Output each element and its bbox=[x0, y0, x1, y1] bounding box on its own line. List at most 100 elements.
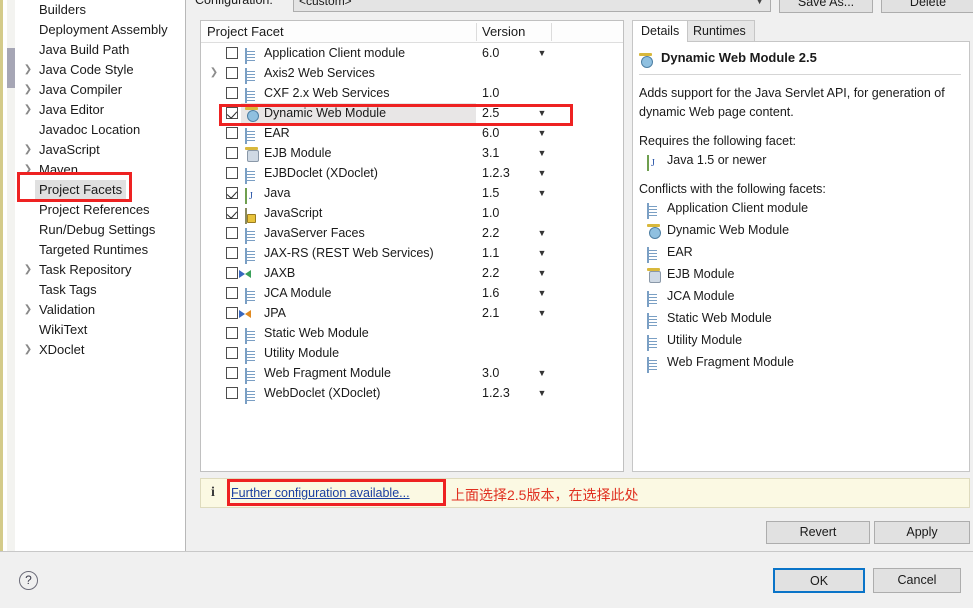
sidebar-item-project-references[interactable]: Project References bbox=[3, 200, 185, 220]
chevron-right-icon[interactable]: ❯ bbox=[23, 60, 33, 80]
table-row[interactable]: JAXB 2.2 ▼ bbox=[201, 263, 623, 283]
chevron-right-icon[interactable]: ❯ bbox=[208, 63, 220, 83]
table-row[interactable]: JavaScript 1.0 bbox=[201, 203, 623, 224]
ok-button[interactable]: OK bbox=[773, 568, 865, 593]
facet-checkbox[interactable] bbox=[226, 307, 238, 319]
sidebar-item-label: Java Compiler bbox=[39, 82, 123, 97]
save-as-button[interactable]: Save As... bbox=[779, 0, 873, 13]
version-dropdown-icon[interactable]: ▼ bbox=[535, 303, 549, 323]
table-row[interactable]: EJBDoclet (XDoclet) 1.2.3 ▼ bbox=[201, 163, 623, 184]
project-facet-table[interactable]: Project Facet Version Application Client… bbox=[200, 20, 624, 472]
table-row[interactable]: Utility Module bbox=[201, 343, 623, 364]
facet-checkbox[interactable] bbox=[226, 147, 238, 159]
version-dropdown-icon[interactable]: ▼ bbox=[535, 43, 549, 63]
further-configuration-link[interactable]: Further configuration available... bbox=[231, 486, 410, 500]
facet-checkbox[interactable] bbox=[226, 227, 238, 239]
sidebar-item-java-build-path[interactable]: Java Build Path bbox=[3, 40, 185, 60]
facet-checkbox[interactable] bbox=[226, 127, 238, 139]
preferences-nav-tree[interactable]: Builders Deployment Assembly Java Build Pa… bbox=[0, 0, 186, 551]
table-row[interactable]: JPA 2.1 ▼ bbox=[201, 303, 623, 323]
version-dropdown-icon[interactable]: ▼ bbox=[535, 283, 549, 303]
sidebar-item-wikitext[interactable]: WikiText bbox=[3, 320, 185, 340]
tab-runtimes[interactable]: Runtimes bbox=[684, 20, 755, 42]
version-dropdown-icon[interactable]: ▼ bbox=[535, 103, 549, 123]
table-row[interactable]: EAR 6.0 ▼ bbox=[201, 123, 623, 144]
facet-checkbox[interactable] bbox=[226, 67, 238, 79]
sidebar-item-project-facets[interactable]: Project Facets bbox=[3, 180, 185, 200]
sidebar-item-maven[interactable]: ❯ Maven bbox=[3, 160, 185, 180]
facet-checkbox[interactable] bbox=[226, 327, 238, 339]
facet-checkbox[interactable] bbox=[226, 287, 238, 299]
configuration-select[interactable]: <custom> ▼ bbox=[293, 0, 771, 12]
version-dropdown-icon[interactable]: ▼ bbox=[535, 143, 549, 163]
details-title: Dynamic Web Module 2.5 bbox=[639, 50, 969, 70]
apply-button[interactable]: Apply bbox=[874, 521, 970, 544]
chevron-right-icon[interactable]: ❯ bbox=[23, 160, 33, 180]
sidebar-item-run-debug-settings[interactable]: Run/Debug Settings bbox=[3, 220, 185, 240]
tab-details[interactable]: Details bbox=[632, 20, 689, 42]
version-dropdown-icon[interactable]: ▼ bbox=[535, 223, 549, 243]
table-row[interactable]: ❯ Axis2 Web Services bbox=[201, 63, 623, 84]
sidebar-item-xdoclet[interactable]: ❯ XDoclet bbox=[3, 340, 185, 360]
chevron-right-icon[interactable]: ❯ bbox=[23, 260, 33, 280]
facet-checkbox[interactable] bbox=[226, 367, 238, 379]
table-row[interactable]: Web Fragment Module 3.0 ▼ bbox=[201, 363, 623, 384]
version-dropdown-icon[interactable]: ▼ bbox=[535, 263, 549, 283]
chevron-right-icon[interactable]: ❯ bbox=[23, 300, 33, 320]
facet-name: Dynamic Web Module bbox=[264, 106, 387, 120]
table-row[interactable]: JCA Module 1.6 ▼ bbox=[201, 283, 623, 304]
table-row[interactable]: WebDoclet (XDoclet) 1.2.3 ▼ bbox=[201, 383, 623, 404]
sidebar-item-targeted-runtimes[interactable]: Targeted Runtimes bbox=[3, 240, 185, 260]
version-dropdown-icon[interactable]: ▼ bbox=[535, 123, 549, 143]
sidebar-item-javadoc-location[interactable]: Javadoc Location bbox=[3, 120, 185, 140]
table-row[interactable]: JavaServer Faces 2.2 ▼ bbox=[201, 223, 623, 244]
sidebar-item-validation[interactable]: ❯ Validation bbox=[3, 300, 185, 320]
version-dropdown-icon[interactable]: ▼ bbox=[535, 363, 549, 383]
chevron-right-icon[interactable]: ❯ bbox=[23, 340, 33, 360]
sidebar-item-java-code-style[interactable]: ❯ Java Code Style bbox=[3, 60, 185, 80]
table-row[interactable]: EJB Module 3.1 ▼ bbox=[201, 143, 623, 163]
facet-checkbox[interactable] bbox=[226, 347, 238, 359]
doc-icon bbox=[245, 226, 259, 244]
facet-checkbox[interactable] bbox=[226, 267, 238, 279]
table-row[interactable]: Static Web Module bbox=[201, 323, 623, 344]
header-separator bbox=[623, 23, 624, 41]
facet-checkbox[interactable] bbox=[226, 387, 238, 399]
sidebar-item-javascript[interactable]: ❯ JavaScript bbox=[3, 140, 185, 160]
facet-checkbox[interactable] bbox=[226, 47, 238, 59]
version-dropdown-icon[interactable]: ▼ bbox=[535, 183, 549, 203]
version-dropdown-icon[interactable]: ▼ bbox=[535, 243, 549, 263]
facet-name: EJBDoclet (XDoclet) bbox=[264, 166, 378, 180]
sidebar-item-task-repository[interactable]: ❯ Task Repository bbox=[3, 260, 185, 280]
table-row[interactable]: CXF 2.x Web Services 1.0 bbox=[201, 83, 623, 104]
sidebar-item-java-compiler[interactable]: ❯ Java Compiler bbox=[3, 80, 185, 100]
chevron-right-icon[interactable]: ❯ bbox=[23, 140, 33, 160]
help-icon[interactable]: ? bbox=[19, 571, 38, 590]
revert-button[interactable]: Revert bbox=[766, 521, 870, 544]
delete-label: Delete bbox=[909, 0, 947, 9]
table-row[interactable]: Application Client module 6.0 ▼ bbox=[201, 43, 623, 64]
facet-checkbox[interactable] bbox=[226, 247, 238, 259]
facet-checkbox[interactable] bbox=[226, 187, 238, 199]
facet-checkbox[interactable] bbox=[226, 167, 238, 179]
table-row[interactable]: Java 1.5 ▼ bbox=[201, 183, 623, 204]
facet-rows: Application Client module 6.0 ▼ ❯ Axis2 Web … bbox=[201, 43, 623, 404]
configuration-value: <custom> bbox=[299, 0, 352, 8]
facet-checkbox[interactable] bbox=[226, 107, 238, 119]
sidebar-item-task-tags[interactable]: Task Tags bbox=[3, 280, 185, 300]
sidebar-item-java-editor[interactable]: ❯ Java Editor bbox=[3, 100, 185, 120]
cancel-button[interactable]: Cancel bbox=[873, 568, 961, 593]
facet-checkbox[interactable] bbox=[226, 87, 238, 99]
version-dropdown-icon[interactable]: ▼ bbox=[535, 163, 549, 183]
sidebar-item-builders[interactable]: Builders bbox=[3, 0, 185, 20]
delete-button[interactable]: Delete bbox=[881, 0, 973, 13]
sidebar-item-label: Task Tags bbox=[39, 282, 97, 297]
sidebar-item-deployment-assembly[interactable]: Deployment Assembly bbox=[3, 20, 185, 40]
table-row[interactable]: Dynamic Web Module 2.5 ▼ bbox=[201, 103, 623, 123]
chevron-right-icon[interactable]: ❯ bbox=[23, 100, 33, 120]
version-dropdown-icon[interactable]: ▼ bbox=[535, 383, 549, 403]
facet-checkbox[interactable] bbox=[226, 207, 238, 219]
table-row[interactable]: JAX-RS (REST Web Services) 1.1 ▼ bbox=[201, 243, 623, 264]
chevron-right-icon[interactable]: ❯ bbox=[23, 80, 33, 100]
chevron-down-icon: ▼ bbox=[755, 0, 764, 6]
